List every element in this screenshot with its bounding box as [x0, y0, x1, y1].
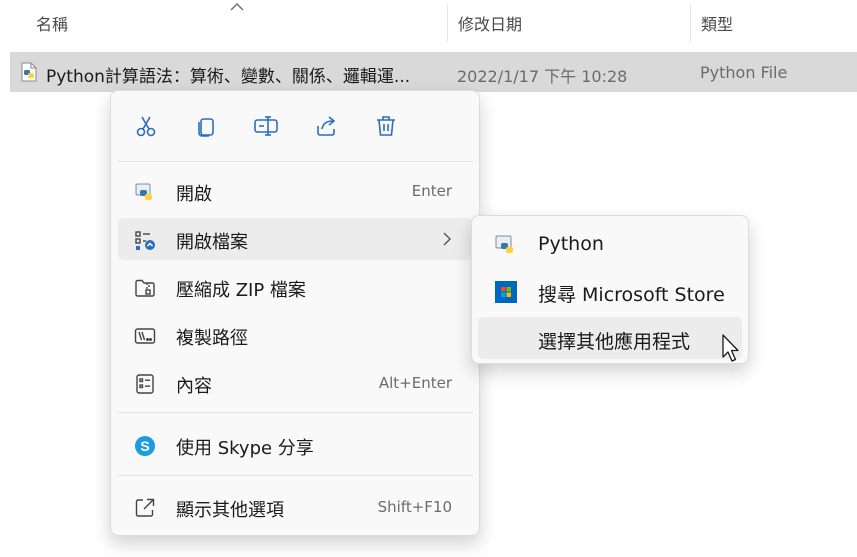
column-date-header[interactable]: 修改日期: [458, 11, 522, 35]
menu-item-show-more-options-label: 顯示其他選項: [176, 500, 284, 521]
rename-button[interactable]: [249, 109, 283, 143]
menu-item-compress-zip-label: 壓縮成 ZIP 檔案: [176, 280, 306, 301]
svg-text:S: S: [140, 438, 149, 454]
menu-item-properties-shortcut: Alt+Enter: [378, 374, 452, 392]
copy-icon: [198, 118, 214, 137]
delete-icon: [377, 116, 395, 136]
column-divider[interactable]: [447, 4, 448, 42]
mouse-pointer-icon: [722, 334, 739, 362]
column-header-row: 名稱 修改日期 類型: [0, 0, 857, 44]
menu-divider: [117, 412, 473, 413]
skype-icon: S: [135, 436, 155, 456]
submenu-item-microsoft-store[interactable]: 搜尋 Microsoft Store: [478, 270, 742, 312]
microsoft-store-icon: [495, 281, 517, 303]
submenu-item-python[interactable]: Python: [478, 223, 742, 265]
sort-ascending-icon[interactable]: [230, 2, 244, 12]
menu-item-open-shortcut: Enter: [411, 182, 452, 200]
file-type: Python File: [700, 63, 788, 82]
zip-folder-icon: [135, 279, 155, 297]
menu-item-share-skype[interactable]: S 使用 Skype 分享: [118, 424, 472, 466]
cut-button[interactable]: [129, 109, 163, 143]
open-with-icon: [135, 231, 155, 250]
file-date-modified: 2022/1/17 下午 10:28: [457, 67, 628, 86]
submenu-item-choose-another-app[interactable]: 選擇其他應用程式: [478, 317, 742, 359]
context-menu: 開啟 Enter 開啟檔案 壓縮成 ZIP 檔案 複製路徑 內容 Alt+Ent…: [110, 90, 480, 536]
menu-divider: [117, 475, 473, 476]
submenu-item-choose-another-app-label: 選擇其他應用程式: [538, 331, 691, 353]
menu-item-open-label: 開啟: [176, 184, 212, 205]
rename-icon: [254, 116, 278, 136]
menu-item-copy-path-label: 複製路徑: [176, 328, 248, 349]
column-divider[interactable]: [690, 4, 691, 42]
share-button[interactable]: [309, 109, 343, 143]
menu-item-show-more-options[interactable]: 顯示其他選項 Shift+F10: [118, 486, 472, 528]
menu-item-compress-zip[interactable]: 壓縮成 ZIP 檔案: [118, 266, 472, 308]
menu-item-open[interactable]: 開啟 Enter: [118, 170, 472, 212]
menu-divider: [117, 161, 473, 162]
menu-item-open-with[interactable]: 開啟檔案: [118, 218, 472, 260]
show-more-options-icon: [135, 498, 155, 517]
cut-icon: [136, 116, 156, 137]
properties-icon: [136, 374, 154, 394]
open-with-submenu: Python 搜尋 Microsoft Store 選擇其他應用程式: [471, 215, 749, 364]
menu-item-share-skype-label: 使用 Skype 分享: [176, 438, 314, 459]
column-name-header[interactable]: 名稱: [36, 11, 68, 35]
menu-item-show-more-options-shortcut: Shift+F10: [377, 498, 452, 516]
menu-item-properties-label: 內容: [176, 376, 212, 397]
delete-button[interactable]: [369, 109, 403, 143]
share-icon: [317, 116, 336, 136]
menu-item-copy-path[interactable]: 複製路徑: [118, 314, 472, 356]
submenu-item-microsoft-store-label: 搜尋 Microsoft Store: [538, 284, 725, 306]
python-app-icon: [495, 235, 513, 253]
python-app-icon: [135, 183, 152, 200]
menu-item-properties[interactable]: 內容 Alt+Enter: [118, 362, 472, 404]
copy-button[interactable]: [189, 109, 223, 143]
chevron-right-icon: [443, 232, 451, 246]
context-menu-toolbar: [111, 91, 479, 161]
file-name: Python計算語法：算術、變數、關係、邏輯運...: [46, 67, 411, 87]
python-file-icon: [21, 62, 37, 82]
file-row-selected[interactable]: Python計算語法：算術、變數、關係、邏輯運... 2022/1/17 下午 …: [10, 52, 857, 92]
column-type-header[interactable]: 類型: [701, 11, 733, 35]
copy-path-icon: [134, 328, 156, 344]
submenu-item-python-label: Python: [538, 233, 604, 255]
menu-item-open-with-label: 開啟檔案: [176, 232, 248, 253]
